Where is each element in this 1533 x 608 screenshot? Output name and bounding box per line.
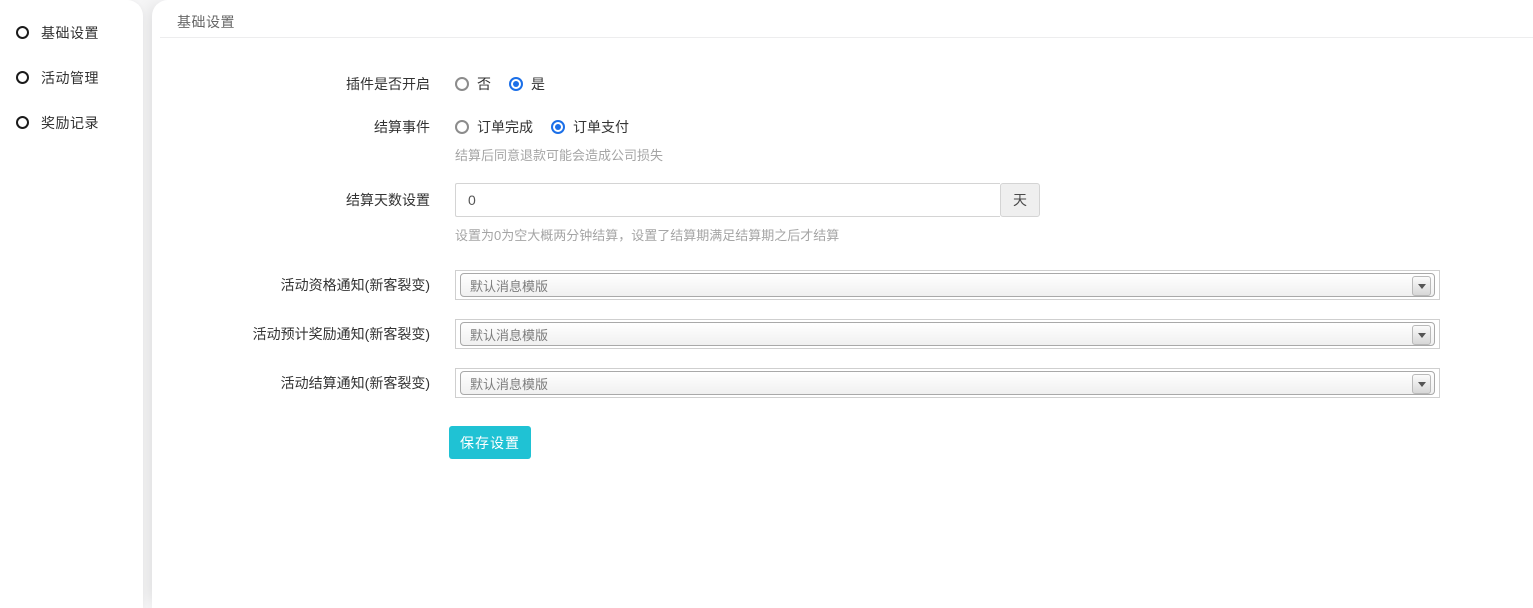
radio-icon xyxy=(455,120,469,134)
circle-icon xyxy=(16,26,29,39)
radio-plugin-yes[interactable]: 是 xyxy=(509,74,545,94)
form-row-notify-expected-reward: 活动预计奖励通知(新客裂变) 默认消息模版 xyxy=(152,319,1533,349)
save-settings-button[interactable]: 保存设置 xyxy=(449,426,531,459)
chevron-down-icon[interactable] xyxy=(1412,325,1431,345)
sidebar-item-label: 奖励记录 xyxy=(41,113,99,133)
radio-plugin-no[interactable]: 否 xyxy=(455,74,491,94)
unit-addon: 天 xyxy=(1000,183,1040,217)
notify-settlement-select[interactable]: 默认消息模版 xyxy=(455,368,1440,398)
radio-label: 是 xyxy=(531,74,545,94)
field-label: 活动结算通知(新客裂变) xyxy=(152,368,430,398)
select-value: 默认消息模版 xyxy=(460,371,1435,395)
circle-icon xyxy=(16,116,29,129)
notify-expected-reward-select[interactable]: 默认消息模版 xyxy=(455,319,1440,349)
settle-days-input[interactable] xyxy=(455,183,1000,217)
header-divider xyxy=(160,37,1533,38)
form-row-notify-settlement: 活动结算通知(新客裂变) 默认消息模版 xyxy=(152,368,1533,398)
settle-event-radio-group: 订单完成 订单支付 xyxy=(455,112,663,142)
settle-days-input-group: 天 xyxy=(455,183,1040,217)
sidebar-item-basic-settings[interactable]: 基础设置 xyxy=(0,10,143,55)
selected-option-text: 默认消息模版 xyxy=(470,374,548,393)
field-label: 活动资格通知(新客裂变) xyxy=(152,270,430,300)
field-label: 结算事件 xyxy=(152,112,430,142)
radio-label: 订单完成 xyxy=(477,117,533,137)
form-row-settle-event: 结算事件 订单完成 订单支付 结算后同意退款可能会造成公司损失 xyxy=(152,112,1533,158)
radio-label: 订单支付 xyxy=(573,117,629,137)
selected-option-text: 默认消息模版 xyxy=(470,325,548,344)
form-row-settle-days: 结算天数设置 天 设置为0为空大概两分钟结算，设置了结算期满足结算期之后才结算 xyxy=(152,183,1533,243)
form-row-plugin-enable: 插件是否开启 否 是 xyxy=(152,69,1533,99)
selected-option-text: 默认消息模版 xyxy=(470,276,548,295)
radio-icon xyxy=(509,77,523,91)
sidebar-item-activity-management[interactable]: 活动管理 xyxy=(0,55,143,100)
sidebar-item-label: 基础设置 xyxy=(41,23,99,43)
radio-icon xyxy=(551,120,565,134)
settle-event-control: 订单完成 订单支付 结算后同意退款可能会造成公司损失 xyxy=(455,112,663,164)
radio-icon xyxy=(455,77,469,91)
plugin-enable-radio-group: 否 是 xyxy=(455,69,563,99)
field-label: 插件是否开启 xyxy=(152,69,430,99)
sidebar-item-reward-records[interactable]: 奖励记录 xyxy=(0,100,143,145)
form-row-notify-qualification: 活动资格通知(新客裂变) 默认消息模版 xyxy=(152,270,1533,300)
select-value: 默认消息模版 xyxy=(460,273,1435,297)
page-title: 基础设置 xyxy=(152,0,1533,38)
content-panel: 基础设置 插件是否开启 否 是 结算事件 订单完成 xyxy=(152,0,1533,608)
settle-days-control: 天 设置为0为空大概两分钟结算，设置了结算期满足结算期之后才结算 xyxy=(455,183,1040,244)
sidebar-item-label: 活动管理 xyxy=(41,68,99,88)
notify-qualification-select[interactable]: 默认消息模版 xyxy=(455,270,1440,300)
sidebar: 基础设置 活动管理 奖励记录 xyxy=(0,0,143,608)
circle-icon xyxy=(16,71,29,84)
settle-event-hint: 结算后同意退款可能会造成公司损失 xyxy=(455,145,663,164)
settle-days-hint: 设置为0为空大概两分钟结算，设置了结算期满足结算期之后才结算 xyxy=(455,225,1040,244)
field-label: 结算天数设置 xyxy=(152,183,430,217)
radio-order-complete[interactable]: 订单完成 xyxy=(455,117,533,137)
radio-label: 否 xyxy=(477,74,491,94)
chevron-down-icon[interactable] xyxy=(1412,276,1431,296)
chevron-down-icon[interactable] xyxy=(1412,374,1431,394)
select-value: 默认消息模版 xyxy=(460,322,1435,346)
radio-order-paid[interactable]: 订单支付 xyxy=(551,117,629,137)
field-label: 活动预计奖励通知(新客裂变) xyxy=(152,319,430,349)
